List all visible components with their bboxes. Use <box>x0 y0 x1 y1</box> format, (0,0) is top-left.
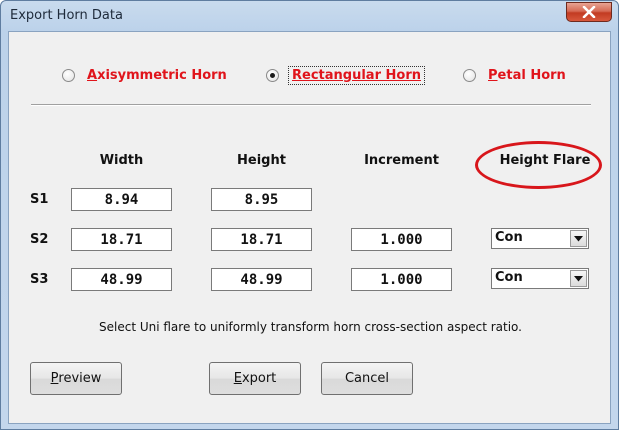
column-header-height-flare: Height Flare <box>499 153 591 168</box>
export-horn-data-dialog: Export Horn Data Axisymmetric Horn Recta… <box>0 0 619 430</box>
s3-height-input[interactable] <box>211 268 312 291</box>
preview-button-label: review <box>58 371 102 386</box>
window-title: Export Horn Data <box>10 8 123 23</box>
column-header-height: Height <box>237 153 286 168</box>
radio-button-unchecked[interactable] <box>463 68 476 82</box>
close-x-icon <box>582 6 596 18</box>
radio-label-text: ectangular Horn <box>302 67 421 83</box>
chevron-down-icon <box>574 235 583 241</box>
cancel-button[interactable]: Cancel <box>321 362 413 395</box>
s2-width-input[interactable] <box>71 228 172 251</box>
horn-type-radio-group: Axisymmetric Horn Rectangular Horn Petal… <box>9 64 612 86</box>
preview-button[interactable]: Preview <box>30 362 122 395</box>
close-button[interactable] <box>566 2 612 22</box>
radio-button-checked[interactable] <box>266 68 279 82</box>
s3-increment-input[interactable] <box>351 268 452 291</box>
s2-height-flare-select[interactable]: Con <box>491 228 589 249</box>
export-button[interactable]: Export <box>209 362 301 395</box>
accelerator-key: R <box>292 67 303 83</box>
s2-height-input[interactable] <box>211 228 312 251</box>
s2-increment-input[interactable] <box>351 228 452 251</box>
radio-button-unchecked[interactable] <box>62 68 75 82</box>
accelerator-key: A <box>87 67 98 83</box>
dropdown-arrow-button[interactable] <box>570 230 587 247</box>
s3-height-flare-select[interactable]: Con <box>491 268 589 289</box>
radio-rectangular-horn[interactable]: Rectangular Horn <box>266 64 425 86</box>
export-button-label: xport <box>241 371 277 386</box>
chevron-down-icon <box>574 275 583 281</box>
dialog-client-area: Axisymmetric Horn Rectangular Horn Petal… <box>8 31 611 424</box>
title-bar[interactable]: Export Horn Data <box>1 1 618 31</box>
cancel-button-label: Cancel <box>344 371 390 386</box>
column-header-width: Width <box>99 153 144 168</box>
dropdown-arrow-button[interactable] <box>570 270 587 287</box>
accelerator-key: P <box>488 67 498 83</box>
s3-height-flare-value: Con <box>495 270 523 285</box>
hint-text: Select Uni flare to uniformly transform … <box>99 320 522 334</box>
row-label-s3: S3 <box>30 272 49 287</box>
radio-label-text: xisymmetric Horn <box>97 67 227 83</box>
radio-axisymmetric-horn[interactable]: Axisymmetric Horn <box>62 64 230 86</box>
separator-line <box>31 104 591 106</box>
radio-label-axisymmetric-horn[interactable]: Axisymmetric Horn <box>84 67 230 84</box>
column-header-increment: Increment <box>364 153 439 168</box>
accelerator-key: P <box>50 371 59 386</box>
radio-label-rectangular-horn[interactable]: Rectangular Horn <box>288 65 425 85</box>
radio-petal-horn[interactable]: Petal Horn <box>463 64 569 86</box>
s1-width-input[interactable] <box>71 188 172 211</box>
s2-height-flare-value: Con <box>495 230 523 245</box>
s1-height-input[interactable] <box>211 188 312 211</box>
radio-label-petal-horn[interactable]: Petal Horn <box>485 67 569 84</box>
accelerator-key: E <box>233 371 242 386</box>
row-label-s2: S2 <box>30 232 49 247</box>
radio-label-text: etal Horn <box>497 67 566 83</box>
s3-width-input[interactable] <box>71 268 172 291</box>
row-label-s1: S1 <box>30 192 49 207</box>
